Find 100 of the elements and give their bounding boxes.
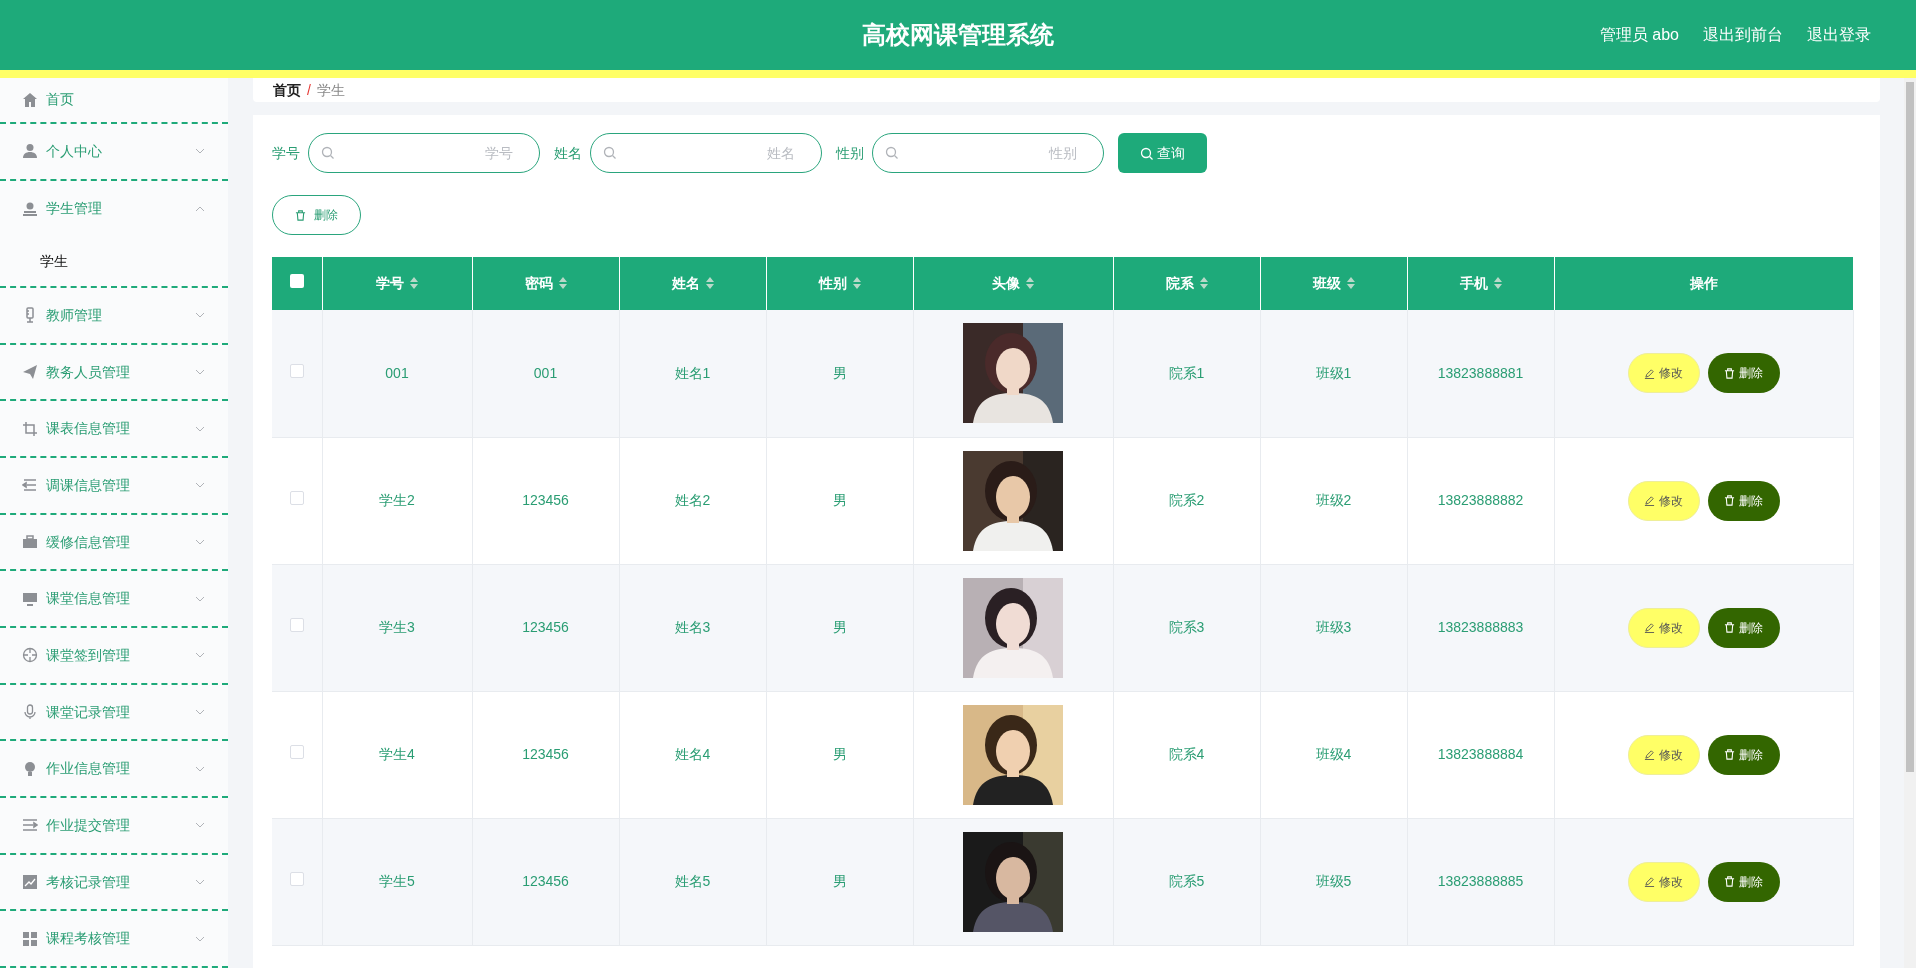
row-checkbox[interactable]	[289, 363, 304, 378]
table-cell: 院系4	[1168, 746, 1205, 762]
delete-button[interactable]: 删除	[1707, 353, 1780, 394]
sort-icon	[1493, 276, 1502, 290]
sidebar-item[interactable]: 教务人员管理	[0, 344, 228, 402]
delete-button[interactable]: 删除	[272, 195, 361, 235]
sort-icon	[852, 276, 861, 290]
user-icon	[22, 143, 38, 160]
field-label: 性别	[836, 143, 864, 163]
table-cell: 班级3	[1315, 619, 1352, 635]
column-header[interactable]: 头像	[913, 257, 1113, 310]
sidebar-item[interactable]: 调课信息管理	[0, 458, 228, 515]
sort-icon	[1346, 276, 1355, 290]
column-header[interactable]: 院系	[1113, 257, 1260, 310]
table-cell: 班级1	[1315, 364, 1352, 381]
table-cell: 123456	[522, 873, 569, 889]
edit-button[interactable]: 修改	[1627, 480, 1700, 521]
table-cell: 学生2	[379, 492, 415, 508]
search-button[interactable]: 查询	[1118, 133, 1207, 173]
table-cell: 班级2	[1315, 492, 1352, 508]
scrollbar-thumb[interactable]	[1906, 82, 1914, 772]
sidebar-item[interactable]: 课程考核管理	[0, 911, 228, 968]
header-link[interactable]: 退出到前台	[1703, 23, 1783, 47]
app-title: 高校网课管理系统	[862, 20, 1054, 50]
table-cell: 班级5	[1315, 873, 1352, 889]
table-cell: 院系3	[1168, 619, 1205, 635]
pencil-icon	[1644, 495, 1656, 506]
pencil-icon	[1644, 876, 1656, 887]
table-cell: 001	[533, 364, 558, 381]
pencil-icon	[1644, 749, 1656, 760]
table-cell: 123456	[522, 492, 569, 508]
header-link[interactable]: 退出登录	[1807, 23, 1871, 47]
sort-icon	[705, 276, 714, 290]
user-icon	[22, 200, 38, 217]
table-cell: 男	[832, 492, 847, 508]
trash-icon	[1724, 622, 1736, 633]
sidebar-item[interactable]: 个人中心	[0, 123, 228, 181]
sidebar-item[interactable]: 作业信息管理	[0, 741, 228, 799]
search-icon	[1140, 146, 1153, 160]
table-cell: 男	[832, 873, 847, 889]
table-cell: 姓名2	[674, 492, 711, 508]
user-menu-link[interactable]: 管理员 abo	[1599, 23, 1679, 47]
monitor-icon	[22, 590, 38, 607]
chart-icon	[22, 874, 38, 891]
briefcase-icon	[22, 534, 38, 551]
table-cell: 123456	[522, 746, 569, 762]
row-checkbox[interactable]	[289, 491, 304, 505]
table-cell: 姓名3	[674, 619, 711, 635]
delete-button[interactable]: 删除	[1707, 734, 1780, 775]
trash-icon	[1724, 749, 1736, 760]
breadcrumb-item: 学生	[316, 80, 345, 100]
crop-icon	[22, 420, 38, 437]
row-checkbox[interactable]	[289, 618, 304, 632]
delete-button[interactable]: 删除	[1707, 480, 1780, 521]
grid-icon	[22, 930, 38, 947]
sidebar-subitem[interactable]: 学生	[0, 237, 228, 289]
table-cell: 学生5	[379, 873, 415, 889]
search-field[interactable]: 学号	[308, 133, 540, 173]
search-field[interactable]: 姓名	[590, 133, 822, 173]
column-header[interactable]: 性别	[766, 257, 913, 310]
table-cell: 男	[832, 619, 847, 635]
column-header[interactable]: 密码	[472, 257, 619, 310]
delete-button[interactable]: 删除	[1707, 607, 1780, 648]
edit-button[interactable]: 修改	[1627, 607, 1700, 648]
edit-button[interactable]: 修改	[1627, 353, 1700, 394]
sidebar-item[interactable]: 教师管理	[0, 288, 228, 345]
list-icon	[22, 477, 38, 494]
crosshair-icon	[22, 647, 38, 664]
sidebar-item[interactable]: 首页	[0, 78, 228, 124]
sidebar-item[interactable]: 学生管理	[0, 180, 228, 238]
delete-button[interactable]: 删除	[1707, 861, 1780, 902]
table-cell: 院系2	[1168, 492, 1205, 508]
sidebar-item[interactable]: 作业提交管理	[0, 798, 228, 855]
trash-icon	[1724, 495, 1736, 506]
edit-button[interactable]: 修改	[1627, 861, 1700, 902]
table-cell: 123456	[522, 619, 569, 635]
sidebar-item[interactable]: 课堂签到管理	[0, 628, 228, 685]
breadcrumb-separator: /	[307, 80, 311, 100]
column-header[interactable]: 手机	[1407, 257, 1554, 310]
select-all-checkbox[interactable]	[289, 274, 304, 288]
breadcrumb-item[interactable]: 首页	[273, 79, 301, 101]
row-checkbox[interactable]	[289, 745, 304, 759]
sidebar-item[interactable]: 考核记录管理	[0, 854, 228, 912]
search-field[interactable]: 性别	[872, 133, 1104, 173]
trash-icon	[1724, 367, 1736, 379]
field-label: 姓名	[554, 143, 582, 163]
sidebar-item[interactable]: 课堂信息管理	[0, 571, 228, 629]
field-label: 学号	[272, 143, 300, 163]
sidebar-item[interactable]: 缓修信息管理	[0, 514, 228, 572]
column-header[interactable]: 学号	[322, 257, 472, 310]
row-checkbox[interactable]	[289, 872, 304, 886]
sidebar-item[interactable]: 课表信息管理	[0, 401, 228, 459]
list-icon	[22, 817, 38, 834]
sidebar-item[interactable]: 课堂记录管理	[0, 684, 228, 742]
edit-button[interactable]: 修改	[1627, 734, 1700, 775]
scrollbar[interactable]	[1904, 78, 1916, 968]
column-header[interactable]: 姓名	[619, 257, 766, 310]
table-cell: 学生3	[379, 619, 415, 635]
table-cell: 13823888884	[1437, 746, 1524, 762]
column-header[interactable]: 班级	[1260, 257, 1407, 310]
